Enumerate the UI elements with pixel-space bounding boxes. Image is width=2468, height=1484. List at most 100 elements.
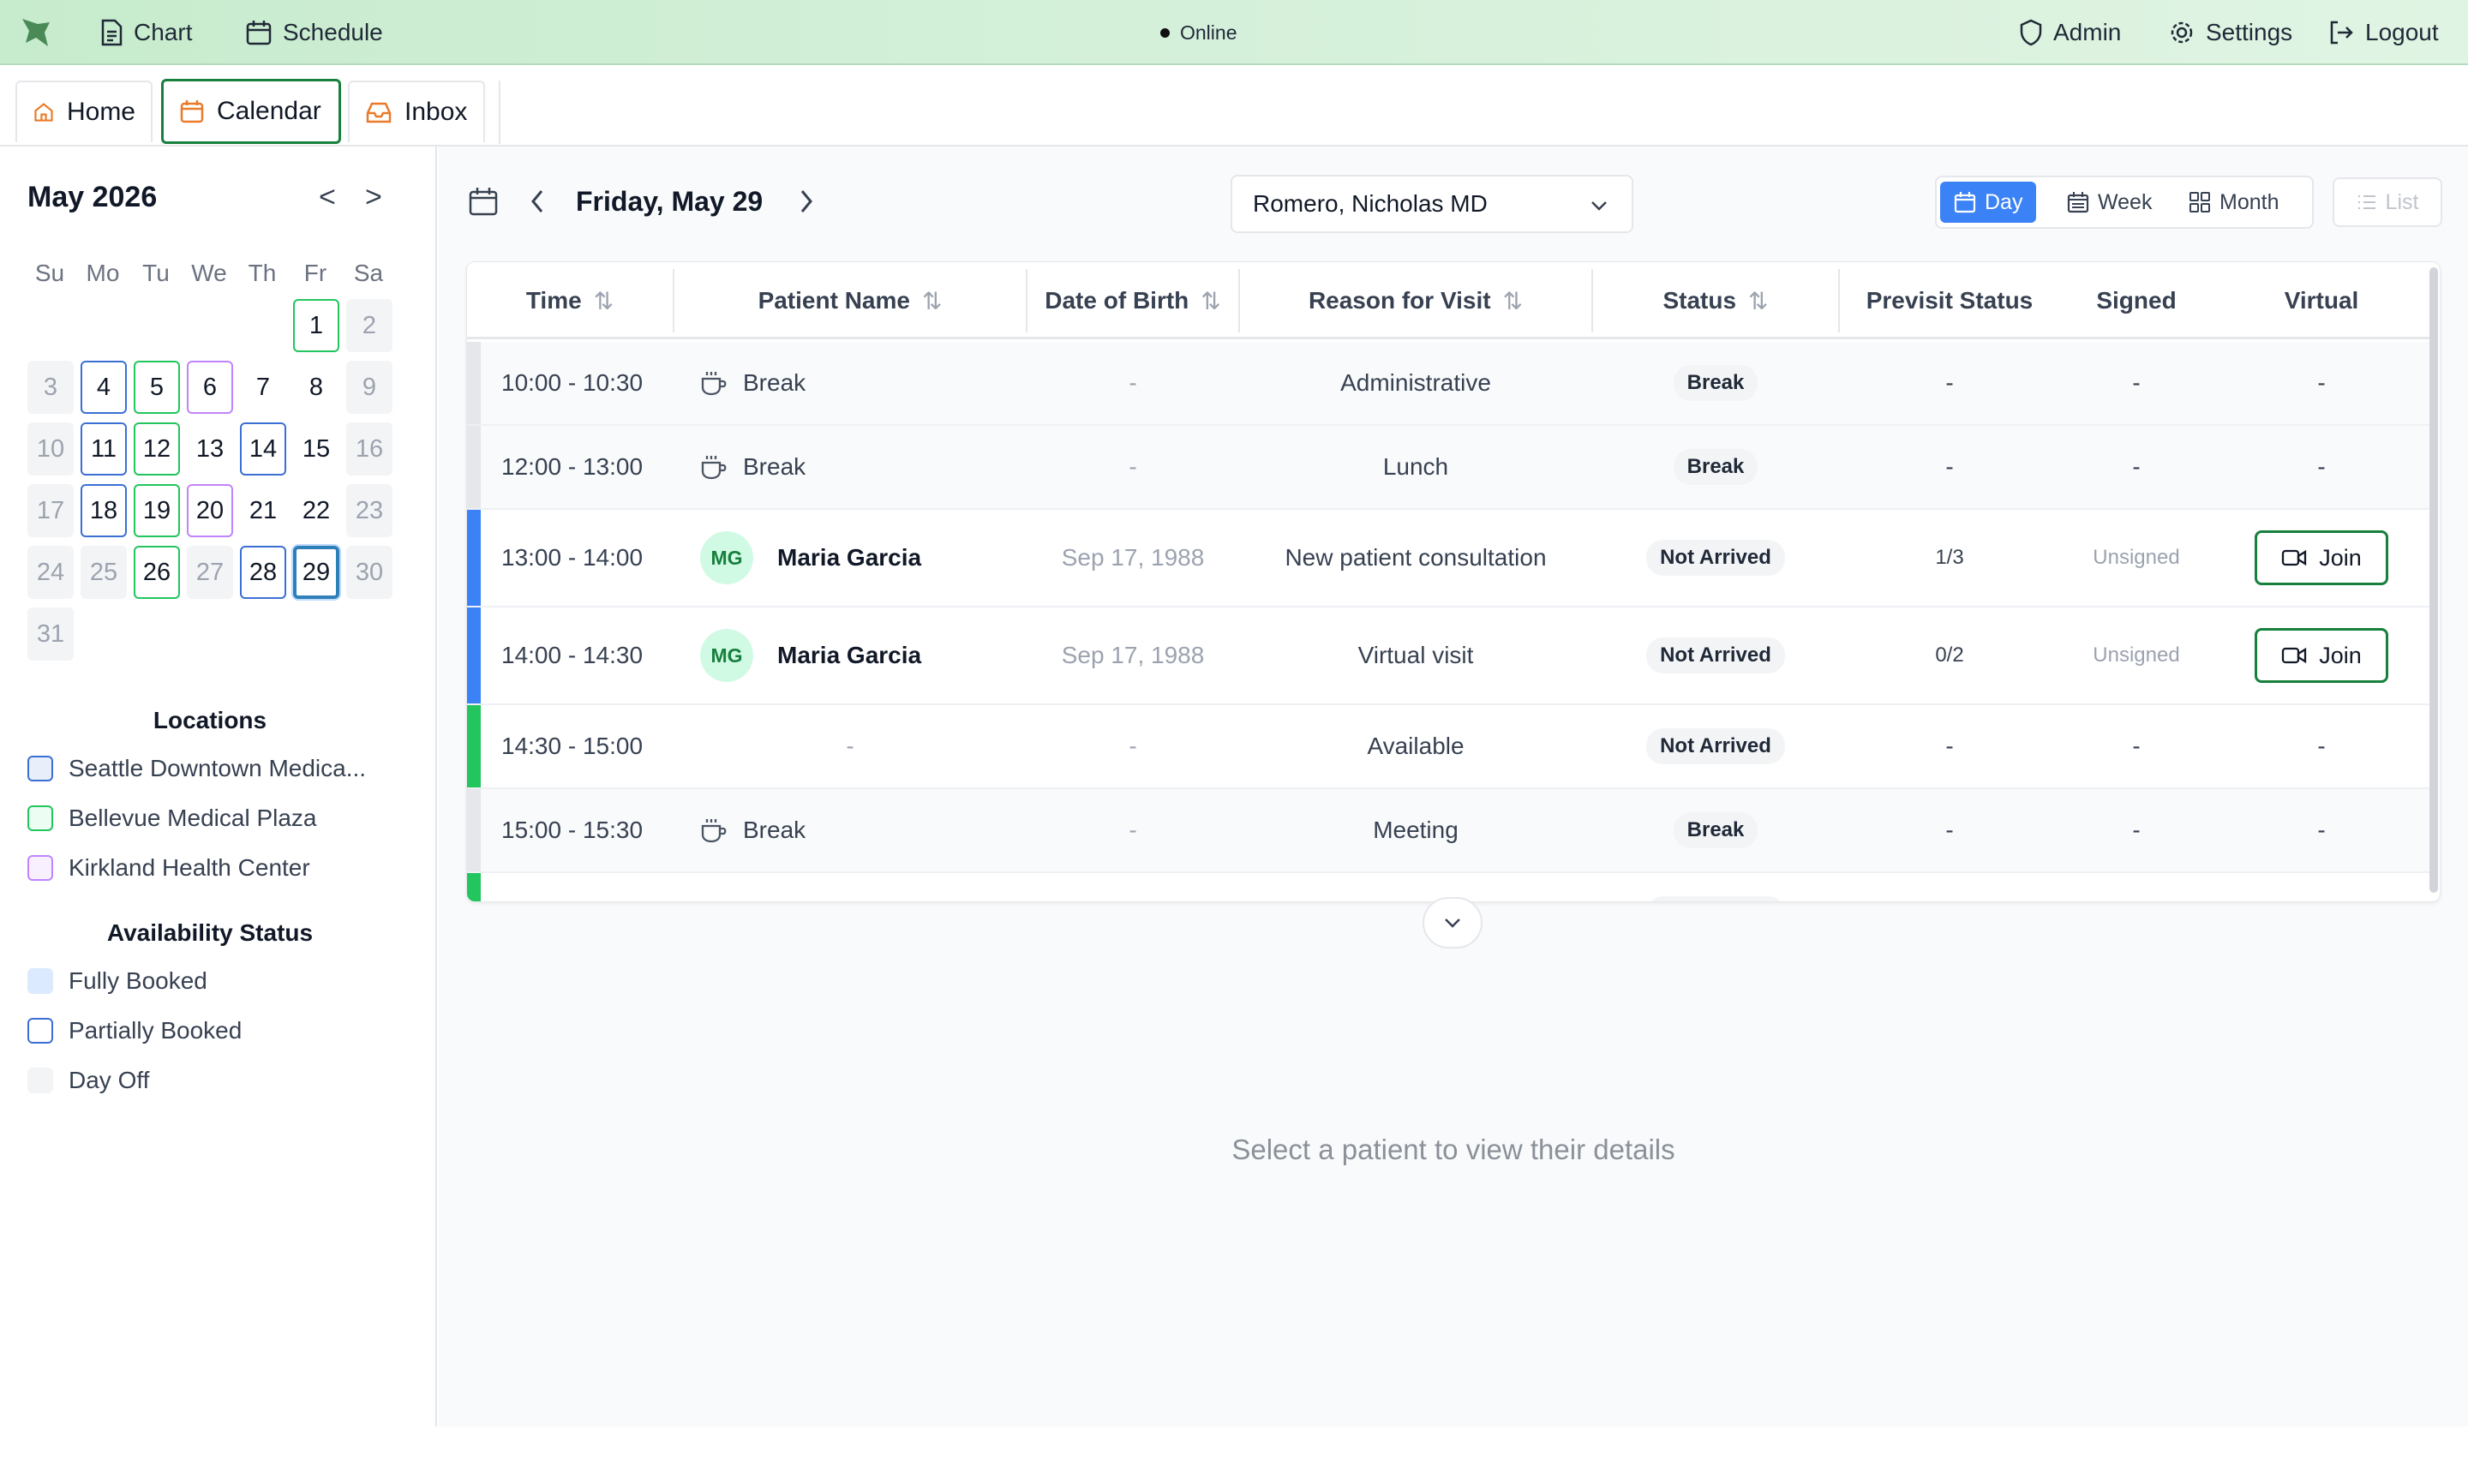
sort-icon: ⇅ — [1748, 287, 1769, 314]
next-month-button[interactable]: > — [365, 181, 382, 214]
tab-home[interactable]: Home — [15, 81, 153, 142]
calendar-day-6[interactable]: 6 — [187, 361, 233, 414]
join-video-button[interactable]: Join — [2255, 628, 2388, 683]
patient-cell[interactable]: MG Maria Garcia — [700, 607, 1026, 703]
calendar-day-2[interactable]: 2 — [346, 299, 392, 352]
calendar-day-7[interactable]: 7 — [240, 361, 286, 414]
provider-select[interactable]: Romero, Nicholas MD — [1231, 175, 1633, 233]
column-header-label: Status — [1662, 287, 1737, 314]
tab-inbox[interactable]: Inbox — [348, 81, 485, 142]
calendar-day-10[interactable]: 10 — [27, 422, 74, 476]
table-row[interactable]: 14:30 - 15:00 - - Available Not Arrived - - - — [467, 705, 2429, 789]
calendar-day-15[interactable]: 15 — [293, 422, 339, 476]
calendar-day-23[interactable]: 23 — [346, 484, 392, 537]
calendar-day-4[interactable]: 4 — [81, 361, 127, 414]
calendar-day-1[interactable]: 1 — [293, 299, 339, 352]
location-item-bellevue[interactable]: Bellevue Medical Plaza — [27, 805, 317, 832]
table-row[interactable]: 12:00 - 13:00 Break - Lunch Break - - - — [467, 426, 2429, 510]
calendar-day-8[interactable]: 8 — [293, 361, 339, 414]
app-logo-icon[interactable] — [19, 15, 53, 54]
calendar-day-25[interactable]: 25 — [81, 546, 127, 599]
schedule-nav-button[interactable]: Schedule — [245, 0, 383, 65]
calendar-day-5[interactable]: 5 — [134, 361, 180, 414]
tab-calendar[interactable]: Calendar — [161, 79, 341, 144]
view-week-button[interactable]: Week — [2053, 182, 2165, 223]
prev-day-button[interactable] — [528, 188, 547, 223]
location-item-seattle[interactable]: Seattle Downtown Medica... — [27, 755, 366, 782]
table-row[interactable]: 14:00 - 14:30 MG Maria Garcia Sep 17, 1988 V… — [467, 607, 2429, 705]
view-month-button[interactable]: Month — [2175, 182, 2292, 223]
previsit-value: - — [1945, 733, 1954, 759]
table-row[interactable]: 15:00 - 15:30 Break - Meeting Break - - - — [467, 789, 2429, 873]
patient-name: Maria Garcia — [777, 642, 922, 668]
location-label: Seattle Downtown Medica... — [69, 755, 367, 781]
calendar-day-31[interactable]: 31 — [27, 607, 74, 661]
sort-reason-header[interactable]: Reason for Visit ⇅ — [1240, 262, 1591, 339]
date-picker-button[interactable] — [468, 186, 499, 221]
virtual-value: - — [2317, 369, 2326, 396]
calendar-day-21[interactable]: 21 — [240, 484, 286, 537]
calendar-day-11[interactable]: 11 — [81, 422, 127, 476]
sort-icon: ⇅ — [1502, 287, 1524, 314]
coffee-cup-icon — [701, 456, 727, 480]
weekday-label: We — [191, 260, 227, 286]
calendar-day-13[interactable]: 13 — [187, 422, 233, 476]
calendar-day-24[interactable]: 24 — [27, 546, 74, 599]
sort-time-header[interactable]: Time ⇅ — [467, 262, 673, 339]
list-icon — [2357, 195, 2375, 209]
sort-status-header[interactable]: Status ⇅ — [1593, 262, 1838, 339]
view-week-label: Week — [2098, 189, 2153, 214]
logout-icon — [2330, 21, 2353, 45]
join-video-button[interactable]: Join — [2255, 530, 2388, 585]
calendar-day-27[interactable]: 27 — [187, 546, 233, 599]
time-cell: 13:00 - 14:00 — [501, 510, 673, 606]
calendar-day-19[interactable]: 19 — [134, 484, 180, 537]
table-row[interactable]: 13:00 - 14:00 MG Maria Garcia Sep 17, 1988 N… — [467, 510, 2429, 607]
status-badge: Not Arrived — [1646, 637, 1785, 673]
logout-button[interactable]: Logout — [2327, 0, 2439, 65]
calendar-day-3[interactable]: 3 — [27, 361, 74, 414]
reason-value: Meeting — [1373, 817, 1459, 843]
calendar-day-14[interactable]: 14 — [240, 422, 286, 476]
location-label: Bellevue Medical Plaza — [69, 805, 317, 831]
main-panel: Friday, May 29 Romero, Nicholas MD Day W… — [439, 147, 2468, 1427]
view-list-button[interactable]: List — [2333, 177, 2442, 227]
signed-cell: - — [2059, 426, 2213, 508]
sort-dob-header[interactable]: Date of Birth ⇅ — [1027, 262, 1238, 339]
patient-details-placeholder: Select a patient to view their details — [1231, 1134, 1675, 1165]
calendar-day-22[interactable]: 22 — [293, 484, 339, 537]
time-value: 14:30 - 15:00 — [501, 733, 644, 759]
time-cell: 12:00 - 13:00 — [501, 426, 673, 508]
calendar-day-20[interactable]: 20 — [187, 484, 233, 537]
settings-button[interactable]: Settings — [2168, 0, 2292, 65]
calendar-day-18[interactable]: 18 — [81, 484, 127, 537]
location-item-kirkland[interactable]: Kirkland Health Center — [27, 854, 310, 882]
top-navigation-bar: Chart Schedule Online Admin Settings Log… — [0, 0, 2468, 65]
chart-nav-button[interactable]: Chart — [99, 0, 192, 65]
calendar-day-12[interactable]: 12 — [134, 422, 180, 476]
prev-month-button[interactable]: < — [319, 181, 336, 214]
calendar-icon — [1954, 192, 1976, 213]
previsit-cell: - — [1840, 426, 2059, 508]
calendar-day-9[interactable]: 9 — [346, 361, 392, 414]
calendar-day-16[interactable]: 16 — [346, 422, 392, 476]
admin-button[interactable]: Admin — [2019, 0, 2121, 65]
calendar-day-30[interactable]: 30 — [346, 546, 392, 599]
table-row[interactable]: 10:00 - 10:30 Break - Administrative Break - -… — [467, 342, 2429, 426]
sort-patient-header[interactable]: Patient Name ⇅ — [674, 262, 1026, 339]
reason-value: Administrative — [1340, 369, 1491, 396]
patient-cell[interactable]: MG Maria Garcia — [700, 510, 1026, 606]
virtual-value: - — [2317, 901, 2325, 902]
patient-cell: - — [674, 705, 1026, 787]
time-cell: 14:00 - 14:30 — [501, 607, 673, 703]
calendar-day-26[interactable]: 26 — [134, 546, 180, 599]
sort-icon: ⇅ — [593, 287, 614, 314]
status-cell: Not Arrived — [1593, 510, 1838, 606]
expand-table-button[interactable] — [1423, 897, 1483, 948]
view-day-button[interactable]: Day — [1940, 182, 2037, 223]
calendar-day-17[interactable]: 17 — [27, 484, 74, 537]
table-scrollbar[interactable] — [2429, 267, 2438, 893]
calendar-day-28[interactable]: 28 — [240, 546, 286, 599]
next-day-button[interactable] — [797, 188, 816, 223]
calendar-day-29[interactable]: 29 — [293, 546, 339, 599]
